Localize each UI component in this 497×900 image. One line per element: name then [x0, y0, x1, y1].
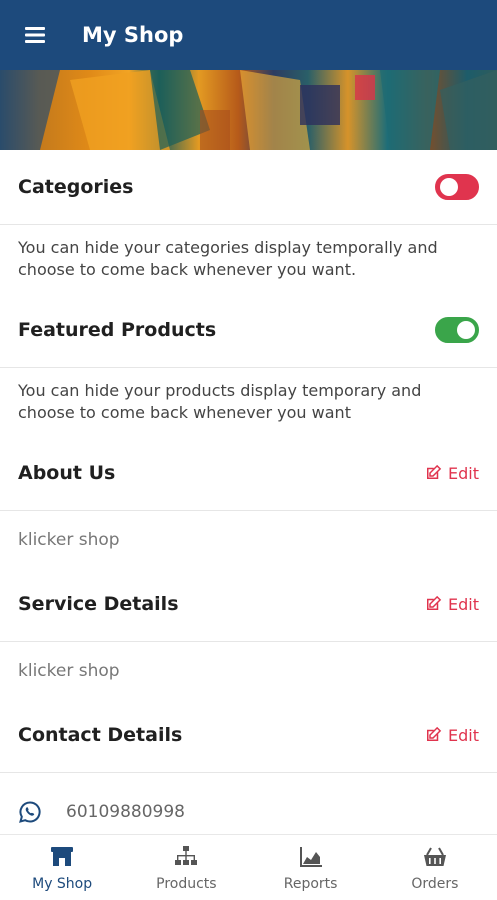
settings-content: Categories You can hide your categories …	[0, 150, 497, 851]
app-title: My Shop	[82, 23, 184, 47]
categories-toggle[interactable]	[435, 174, 479, 200]
about-us-title: About Us	[18, 462, 116, 484]
menu-button[interactable]	[0, 0, 70, 70]
nav-item-orders[interactable]: Orders	[373, 844, 497, 892]
hamburger-menu-icon	[25, 27, 45, 43]
contact-details-title: Contact Details	[18, 724, 183, 746]
nav-item-my-shop[interactable]: My Shop	[0, 844, 124, 892]
featured-products-description: You can hide your products display tempo…	[18, 381, 422, 422]
edit-label: Edit	[448, 463, 479, 483]
about-us-value: klicker shop	[18, 530, 120, 550]
bottom-navigation: My Shop Products Reports Orders	[0, 834, 497, 900]
featured-products-row: Featured Products	[0, 293, 497, 368]
categories-row: Categories	[0, 150, 497, 225]
nav-label: My Shop	[32, 875, 93, 892]
toggle-knob	[440, 178, 458, 196]
about-us-edit-button[interactable]: Edit	[424, 464, 479, 483]
nav-label: Reports	[283, 875, 338, 892]
nav-item-products[interactable]: Products	[124, 844, 248, 892]
service-details-row: Service Details Edit	[0, 567, 497, 642]
nav-label: Products	[156, 875, 217, 892]
whatsapp-icon	[19, 801, 41, 823]
categories-title: Categories	[18, 176, 134, 198]
edit-icon	[427, 726, 442, 741]
contact-details-edit-button[interactable]: Edit	[424, 726, 479, 745]
categories-description: You can hide your categories display tem…	[18, 238, 438, 279]
shop-icon	[51, 846, 74, 866]
shop-banner-image	[0, 70, 497, 150]
nav-label: Orders	[411, 875, 459, 892]
service-details-title: Service Details	[18, 593, 179, 615]
edit-icon	[427, 464, 442, 479]
contact-details-row: Contact Details Edit	[0, 698, 497, 773]
edit-icon	[427, 595, 442, 610]
edit-label: Edit	[448, 725, 479, 745]
service-details-edit-button[interactable]: Edit	[424, 595, 479, 614]
featured-products-toggle[interactable]	[435, 317, 479, 343]
chart-icon	[299, 846, 322, 867]
edit-label: Edit	[448, 594, 479, 614]
app-bar: My Shop	[0, 0, 497, 70]
basket-icon	[423, 847, 446, 866]
service-details-value: klicker shop	[18, 661, 120, 681]
contact-phone-number[interactable]: 60109880998	[66, 802, 185, 822]
nav-item-reports[interactable]: Reports	[249, 844, 373, 892]
about-us-row: About Us Edit	[0, 436, 497, 511]
sitemap-icon	[175, 845, 198, 865]
toggle-knob	[457, 321, 475, 339]
featured-products-title: Featured Products	[18, 319, 217, 341]
